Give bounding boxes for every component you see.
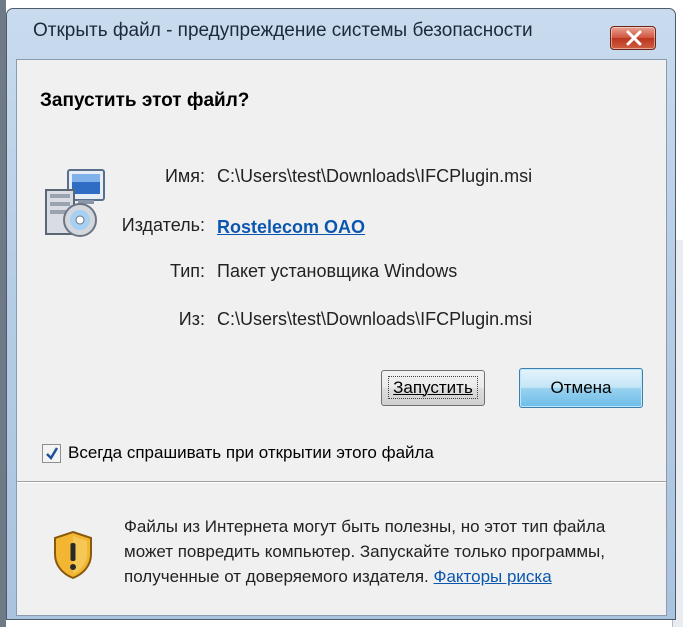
- section-divider: [17, 481, 666, 483]
- title-bar[interactable]: Открыть файл - предупреждение системы бе…: [7, 9, 675, 53]
- from-label: Из:: [178, 309, 205, 329]
- window-title: Открыть файл - предупреждение системы бе…: [33, 20, 533, 41]
- risk-factors-link[interactable]: Факторы риска: [434, 567, 552, 586]
- name-value: C:\Users\test\Downloads\IFCPlugin.msi: [217, 166, 533, 186]
- from-value: C:\Users\test\Downloads\IFCPlugin.msi: [217, 309, 533, 329]
- security-shield-warning-icon: [54, 530, 92, 580]
- close-button[interactable]: [610, 26, 656, 50]
- type-label: Тип:: [169, 261, 205, 281]
- publisher-link[interactable]: Rostelecom OAO: [217, 217, 365, 238]
- security-warning-message: Файлы из Интернета могут быть полезны, н…: [124, 514, 654, 589]
- dialog-body: Запустить этот файл? Имя: C:\Users\test\…: [16, 59, 667, 616]
- dialog-heading: Запустить этот файл?: [40, 90, 250, 111]
- run-button-label: Запустить: [388, 376, 478, 399]
- security-warning-dialog: Открыть файл - предупреждение системы бе…: [6, 8, 676, 620]
- name-label: Имя:: [164, 166, 205, 186]
- type-value: Пакет установщика Windows: [217, 261, 458, 281]
- checkmark-icon: [46, 447, 59, 461]
- always-ask-label[interactable]: Всегда спрашивать при открытии этого фай…: [68, 443, 434, 463]
- close-icon: [626, 30, 642, 46]
- publisher-label: Издатель:: [121, 215, 205, 235]
- cancel-button[interactable]: Отмена: [519, 368, 643, 408]
- run-button[interactable]: Запустить: [381, 370, 485, 406]
- always-ask-checkbox[interactable]: [42, 444, 61, 463]
